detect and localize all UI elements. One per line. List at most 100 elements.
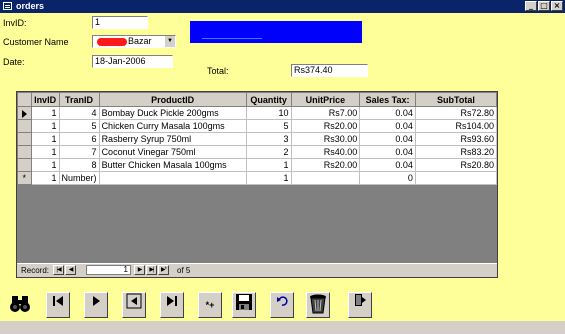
invid-field[interactable]: 1 [92,16,148,29]
cell-quantity[interactable]: 1 [245,171,292,185]
cell-invid[interactable]: 1 [30,158,60,172]
redaction-mark [97,38,127,46]
save-record-button[interactable] [232,292,256,318]
column-header-quantity[interactable]: Quantity [245,92,292,107]
cell-invid[interactable]: 1 [30,171,60,185]
previous-record-toolbar-button[interactable] [122,292,146,318]
column-header-tranid[interactable]: TranID [58,92,100,107]
cell-sales-tax[interactable]: 0 [359,171,416,185]
floppy-disk-icon [236,294,252,310]
cell-tranid[interactable]: Number) [58,171,100,185]
cell-sales-tax[interactable]: 0.04 [359,145,416,159]
cell-productid[interactable]: Butter Chicken Masala 100gms [98,158,247,172]
record-selector[interactable] [17,158,32,172]
customer-name-label: Customer Name [3,37,69,47]
last-record-button[interactable]: ▶| [146,265,157,275]
cell-quantity[interactable]: 1 [245,158,292,172]
skip-first-icon [53,296,63,306]
cell-tranid[interactable]: 4 [58,106,100,120]
cell-quantity[interactable]: 5 [245,119,292,133]
record-label: Record: [21,266,50,275]
table-row[interactable]: 1 4 Bombay Duck Pickle 200gms 10 Rs7.00 … [17,106,498,120]
cell-quantity[interactable]: 10 [245,106,292,120]
cell-sales-tax[interactable]: 0.04 [359,158,416,172]
record-selector[interactable] [17,106,32,120]
cell-tranid[interactable]: 5 [58,119,100,133]
order-details-subform[interactable]: InvID TranID ProductID Quantity UnitPric… [16,91,498,278]
select-all-corner[interactable] [17,92,32,107]
form-icon [3,2,12,10]
next-record-button[interactable]: ▶ [134,265,145,275]
cell-invid[interactable]: 1 [30,119,60,133]
cell-productid[interactable]: Coconut Vinegar 750ml [98,145,247,159]
cell-sales-tax[interactable]: 0.04 [359,106,416,120]
trash-can-icon [310,294,326,314]
record-selector[interactable] [17,132,32,146]
chevron-down-icon[interactable]: ▼ [164,36,175,47]
cell-tranid[interactable]: 7 [58,145,100,159]
delete-record-button[interactable] [306,292,330,318]
maximize-button[interactable]: □ [538,1,550,11]
cell-unitprice[interactable] [290,171,361,185]
undo-button[interactable] [270,292,294,318]
cell-subtotal[interactable]: Rs83.20 [414,145,498,159]
table-row[interactable]: 1 7 Coconut Vinegar 750ml 2 Rs40.00 0.04… [17,145,498,159]
cell-tranid[interactable]: 8 [58,158,100,172]
close-button[interactable]: × [551,1,563,11]
cell-unitprice[interactable]: Rs30.00 [290,132,361,146]
cell-quantity[interactable]: 2 [245,145,292,159]
table-row[interactable]: 1 6 Rasberry Syrup 750ml 3 Rs30.00 0.04 … [17,132,498,146]
cell-invid[interactable]: 1 [30,132,60,146]
cell-productid[interactable]: Rasberry Syrup 750ml [98,132,247,146]
cell-invid[interactable]: 1 [30,106,60,120]
record-of-label: of 5 [177,266,191,275]
column-header-invid[interactable]: InvID [30,92,60,107]
cell-quantity[interactable]: 3 [245,132,292,146]
new-record-row[interactable]: * 1 Number) 1 0 [17,171,498,185]
column-header-unitprice[interactable]: UnitPrice [290,92,361,107]
record-selector[interactable] [17,119,32,133]
new-record-icon[interactable]: * [17,171,32,185]
record-total: 5 [185,266,191,275]
cell-productid[interactable]: Chicken Curry Masala 100gms [98,119,247,133]
previous-record-button[interactable]: ◀ [65,265,76,275]
skip-last-icon [167,296,177,306]
first-record-button[interactable]: |◀ [53,265,64,275]
window-controls: _ □ × [525,1,563,11]
column-header-subtotal[interactable]: SubTotal [414,92,498,107]
new-record-button[interactable]: ▶* [158,265,169,275]
cell-subtotal[interactable]: Rs93.60 [414,132,498,146]
cell-subtotal[interactable]: Rs104.00 [414,119,498,133]
cell-sales-tax[interactable]: 0.04 [359,132,416,146]
cell-subtotal[interactable]: Rs20.80 [414,158,498,172]
cell-subtotal[interactable]: Rs72.80 [414,106,498,120]
find-record-button[interactable] [8,292,32,318]
cell-subtotal[interactable] [414,171,498,185]
next-record-toolbar-button[interactable] [84,292,108,318]
total-field[interactable]: Rs374.40 [291,64,368,77]
cell-unitprice[interactable]: Rs40.00 [290,145,361,159]
window-titlebar: orders _ □ × [0,0,565,13]
record-navigation-bar: Record: |◀ ◀ 1 ▶ ▶| ▶* of 5 [17,263,497,277]
cell-productid[interactable]: Bombay Duck Pickle 200gms [98,106,247,120]
first-record-toolbar-button[interactable] [46,292,70,318]
minimize-button[interactable]: _ [525,1,537,11]
close-form-button[interactable] [348,292,372,318]
cell-sales-tax[interactable]: 0.04 [359,119,416,133]
cell-unitprice[interactable]: Rs20.00 [290,158,361,172]
cell-unitprice[interactable]: Rs20.00 [290,119,361,133]
table-row[interactable]: 1 8 Butter Chicken Masala 100gms 1 Rs20.… [17,158,498,172]
cell-unitprice[interactable]: Rs7.00 [290,106,361,120]
add-record-button[interactable]: *+ [198,292,222,318]
cell-tranid[interactable]: 6 [58,132,100,146]
column-header-productid[interactable]: ProductID [98,92,247,107]
cell-productid[interactable] [98,171,247,185]
date-field[interactable]: 18-Jan-2006 [92,55,173,68]
current-record-field[interactable]: 1 [86,265,131,275]
column-header-sales-tax[interactable]: Sales Tax: [359,92,416,107]
undo-icon [277,296,288,306]
cell-invid[interactable]: 1 [30,145,60,159]
last-record-toolbar-button[interactable] [160,292,184,318]
record-selector[interactable] [17,145,32,159]
table-row[interactable]: 1 5 Chicken Curry Masala 100gms 5 Rs20.0… [17,119,498,133]
